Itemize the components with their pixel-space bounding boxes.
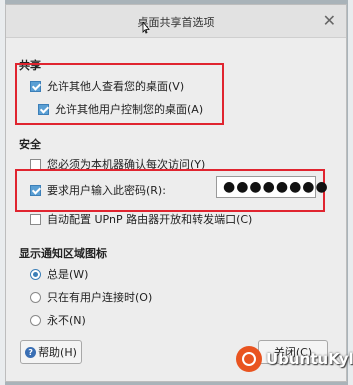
allow-control-label: 允许其他用户控制您的桌面(A) <box>55 103 204 116</box>
watermark-text: UbuntuKylin <box>266 350 353 368</box>
mouse-cursor-icon <box>142 22 150 34</box>
notify-connected-radio[interactable] <box>30 291 41 303</box>
notification-heading: 显示通知区域图标 <box>19 247 107 260</box>
notify-connected-label: 只在有用户连接时(O) <box>47 291 153 304</box>
ubuntu-logo-icon <box>236 346 262 372</box>
notify-never-radio[interactable] <box>30 314 41 326</box>
desktop-edge-right <box>348 0 353 385</box>
help-button[interactable]: ? 帮助(H) <box>20 340 82 364</box>
allow-view-row[interactable]: 允许其他人查看您的桌面(V) <box>30 78 184 94</box>
security-heading: 安全 <box>19 138 41 151</box>
password-input[interactable]: ●●●●●●●● <box>216 176 328 198</box>
notify-always-row[interactable]: 总是(W) <box>30 266 88 282</box>
allow-view-label: 允许其他人查看您的桌面(V) <box>47 80 185 93</box>
close-icon[interactable]: ✕ <box>323 11 336 30</box>
notify-connected-row[interactable]: 只在有用户连接时(O) <box>30 289 152 305</box>
upnp-row[interactable]: 自动配置 UPnP 路由器开放和转发端口(C) <box>30 211 252 227</box>
require-password-row[interactable]: 要求用户输入此密码(R): <box>30 182 166 198</box>
help-button-label: 帮助(H) <box>38 346 77 359</box>
allow-control-checkbox[interactable] <box>38 103 49 115</box>
allow-view-checkbox[interactable] <box>30 80 41 92</box>
notify-always-radio[interactable] <box>30 268 41 280</box>
notify-never-row[interactable]: 永不(N) <box>30 312 86 328</box>
require-password-checkbox[interactable] <box>30 184 41 196</box>
ubuntukylin-watermark: UbuntuKylin <box>236 346 353 372</box>
notify-never-label: 永不(N) <box>47 314 86 327</box>
notify-always-label: 总是(W) <box>47 268 89 281</box>
window-title: 桌面共享首选项 <box>137 16 215 29</box>
confirm-access-checkbox[interactable] <box>30 158 41 170</box>
upnp-label: 自动配置 UPnP 路由器开放和转发端口(C) <box>47 213 253 226</box>
title-bar[interactable]: 桌面共享首选项 ✕ <box>6 5 346 38</box>
require-password-label: 要求用户输入此密码(R): <box>47 184 166 197</box>
help-icon: ? <box>25 346 37 358</box>
allow-control-row[interactable]: 允许其他用户控制您的桌面(A) <box>38 101 203 117</box>
upnp-checkbox[interactable] <box>30 213 41 225</box>
